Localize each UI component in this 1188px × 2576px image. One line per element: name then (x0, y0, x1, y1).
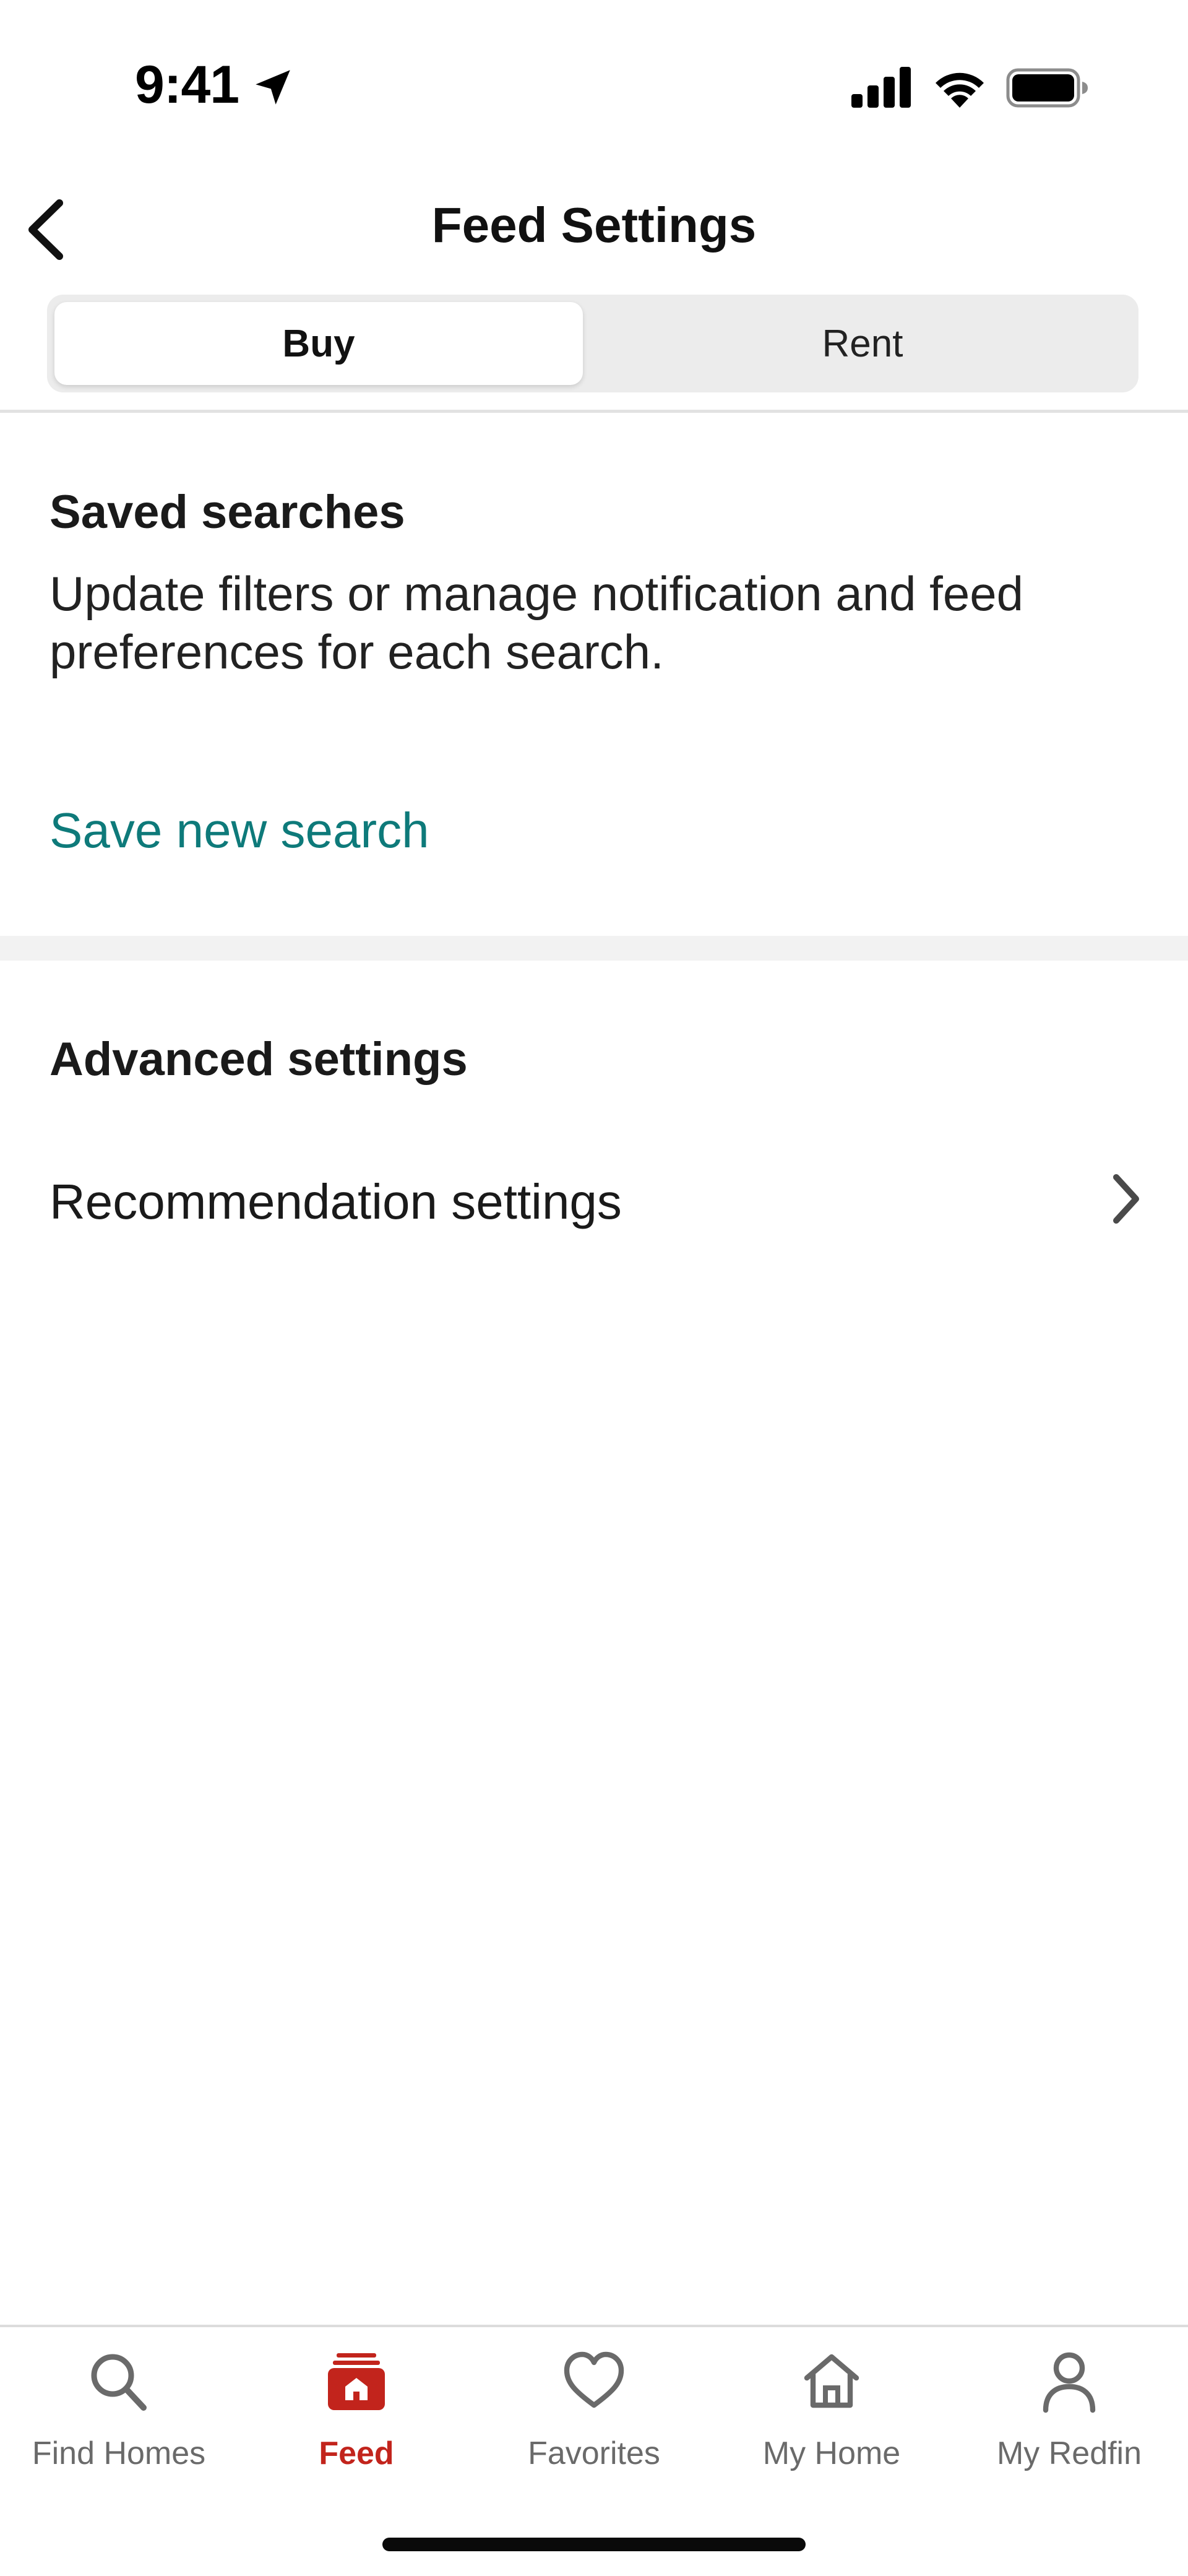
tab-label: Feed (319, 2436, 394, 2471)
advanced-settings-heading: Advanced settings (50, 1033, 468, 1086)
tab-label: My Redfin (996, 2436, 1142, 2471)
location-arrow-icon (256, 70, 290, 105)
tab-my-home[interactable]: My Home (713, 2333, 950, 2494)
home-indicator (382, 2538, 806, 2551)
save-new-search-link[interactable]: Save new search (50, 802, 429, 859)
wifi-icon (936, 72, 984, 108)
heart-icon (564, 2351, 624, 2408)
person-icon (1043, 2352, 1096, 2413)
search-icon (91, 2354, 147, 2411)
header-divider (0, 410, 1188, 413)
tab-label: Favorites (528, 2436, 660, 2471)
tab-label: Find Homes (32, 2436, 206, 2471)
section-divider (0, 936, 1188, 961)
recommendation-settings-row[interactable]: Recommendation settings (0, 1149, 1188, 1260)
buy-rent-segmented-control: Buy Rent (47, 295, 1138, 392)
saved-searches-heading: Saved searches (50, 486, 405, 538)
cellular-signal-icon (851, 67, 911, 108)
battery-icon (1006, 68, 1088, 108)
tab-my-redfin[interactable]: My Redfin (950, 2333, 1188, 2494)
feed-settings-screen: 9:41 Feed Settings Buy Rent Saved search… (0, 0, 1188, 2576)
tab-find-homes[interactable]: Find Homes (0, 2333, 238, 2494)
tab-feed[interactable]: Feed (238, 2333, 475, 2494)
feed-icon (328, 2353, 385, 2410)
recommendation-settings-label: Recommendation settings (50, 1174, 622, 1229)
status-time: 9:41 (135, 55, 239, 115)
segment-buy[interactable]: Buy (54, 302, 583, 385)
tab-bar-divider (0, 2325, 1188, 2327)
home-icon (804, 2354, 859, 2408)
status-bar: 9:41 (0, 0, 1188, 173)
tab-favorites[interactable]: Favorites (475, 2333, 713, 2494)
segment-rent[interactable]: Rent (594, 302, 1131, 385)
chevron-right-icon (1113, 1174, 1139, 1224)
page-title: Feed Settings (431, 197, 757, 253)
saved-searches-description: Update filters or manage notification an… (50, 566, 1023, 679)
tab-label: My Home (762, 2436, 901, 2471)
